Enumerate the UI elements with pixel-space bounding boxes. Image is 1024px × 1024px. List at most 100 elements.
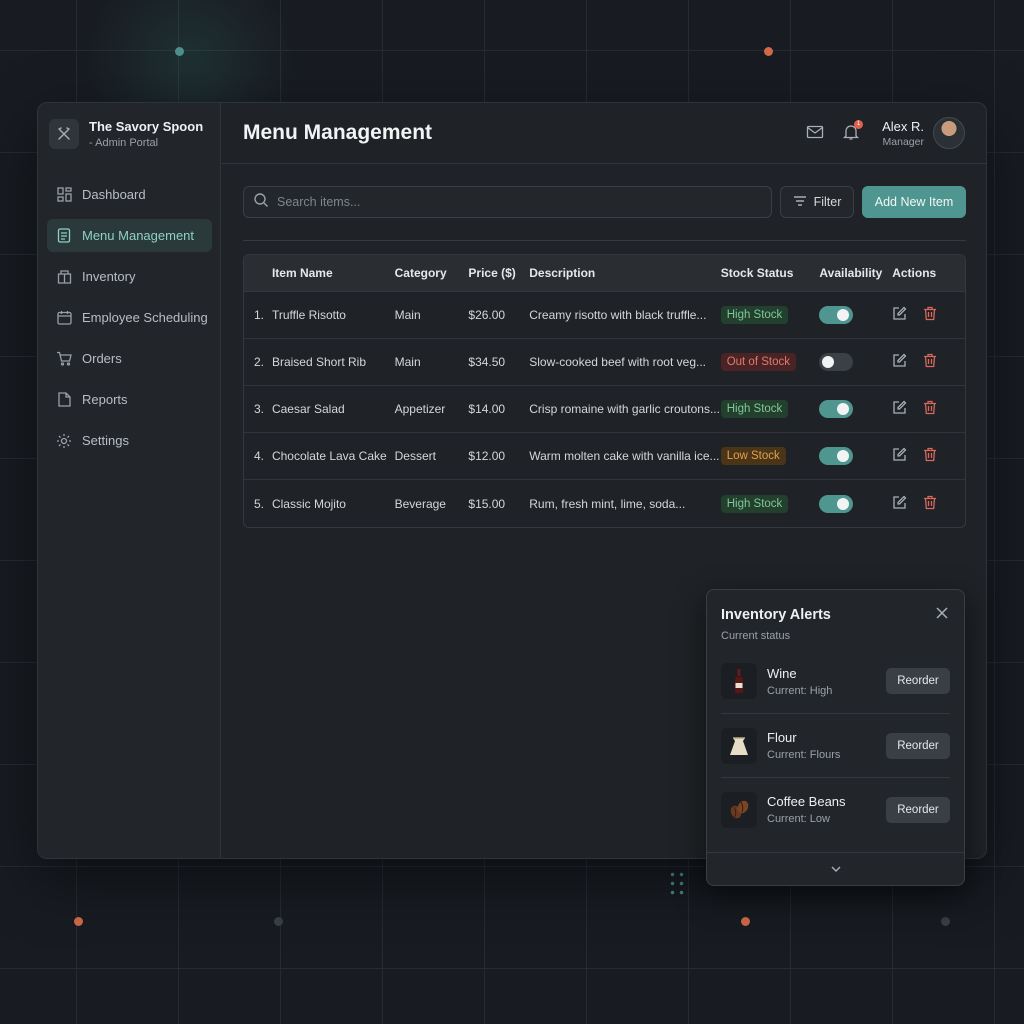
column-header[interactable]: Category — [395, 266, 469, 280]
sidebar-item-menu-management[interactable]: Menu Management — [47, 219, 212, 252]
alert-item-name: Wine — [767, 665, 797, 681]
menu-table: Item Name Category Price ($) Description… — [243, 254, 966, 528]
utensils-icon — [49, 119, 79, 149]
inventory-alerts-panel: Inventory Alerts Current status Wine Cur… — [706, 589, 965, 886]
table-row[interactable]: 5. Classic Mojito Beverage $15.00 Rum, f… — [244, 480, 965, 527]
sidebar-item-label: Dashboard — [82, 187, 146, 202]
alerts-subtitle: Current status — [721, 630, 791, 642]
search-input[interactable] — [277, 195, 747, 209]
edit-icon[interactable] — [892, 400, 907, 418]
sidebar: The Savory Spoon - Admin Portal Dashboar… — [38, 103, 221, 858]
filter-icon — [793, 195, 807, 210]
alert-item-status: Current: High — [767, 684, 833, 697]
availability-toggle[interactable] — [819, 353, 854, 371]
grid-node — [764, 47, 773, 56]
table-row[interactable]: 2. Braised Short Rib Main $34.50 Slow-co… — [244, 339, 965, 386]
sidebar-item-orders[interactable]: Orders — [47, 342, 212, 375]
sidebar-item-dashboard[interactable]: Dashboard — [47, 178, 212, 211]
alert-item-status: Current: Low — [767, 813, 830, 825]
reorder-button[interactable]: Reorder — [886, 668, 950, 694]
trash-icon[interactable] — [923, 400, 937, 418]
trash-icon[interactable] — [923, 353, 937, 371]
sidebar-item-label: Employee Scheduling — [82, 310, 208, 325]
trash-icon[interactable] — [923, 447, 937, 465]
row-number: 3. — [254, 402, 265, 416]
bell-icon[interactable]: 1 — [842, 120, 863, 143]
table-header: Item Name Category Price ($) Description… — [244, 255, 965, 292]
sidebar-item-label: Orders — [82, 351, 122, 366]
item-name: Caesar Salad — [271, 402, 345, 416]
alert-item-status: Current: Flours — [767, 749, 841, 761]
alerts-title: Inventory Alerts — [721, 607, 831, 623]
filter-button[interactable]: Filter — [780, 186, 854, 218]
table-row[interactable]: 4. Chocolate Lava Cake Dessert $12.00 Wa… — [244, 433, 965, 480]
item-category: Main — [394, 355, 421, 369]
gear-icon — [56, 433, 72, 449]
expand-button[interactable] — [707, 852, 964, 885]
edit-icon[interactable] — [892, 306, 907, 324]
item-name: Chocolate Lava Cake — [271, 449, 387, 463]
availability-toggle[interactable] — [819, 494, 854, 513]
alert-item-name: Flour — [767, 730, 797, 745]
reorder-button[interactable]: Reorder — [886, 732, 950, 759]
sidebar-item-employee-scheduling[interactable]: Employee Scheduling — [47, 301, 212, 334]
mail-icon[interactable] — [806, 123, 826, 143]
sidebar-item-label: Menu Management — [82, 228, 195, 243]
box-icon — [56, 269, 72, 285]
close-icon[interactable] — [936, 606, 948, 624]
sidebar-item-settings[interactable]: Settings — [47, 424, 212, 457]
search-bar — [243, 186, 772, 218]
sidebar-item-reports[interactable]: Reports — [47, 383, 212, 416]
grid-node — [74, 917, 83, 926]
trash-icon[interactable] — [923, 306, 937, 324]
column-header[interactable]: Price ($) — [468, 266, 529, 280]
table-row[interactable]: 1. Truffle Risotto Main $26.00 Creamy ri… — [244, 292, 965, 339]
availability-toggle[interactable] — [819, 400, 854, 418]
coffee-beans-icon — [721, 791, 757, 828]
drag-dots — [668, 870, 686, 898]
add-new-item-button[interactable]: Add New Item — [862, 186, 966, 218]
row-number: 5. — [254, 496, 265, 511]
notification-badge: 1 — [854, 120, 863, 129]
brand-subtitle: - Admin Portal — [89, 137, 159, 149]
wine-bottle-icon — [721, 663, 757, 699]
grid-node — [175, 47, 184, 56]
edit-icon[interactable] — [892, 353, 907, 371]
trash-icon[interactable] — [923, 495, 937, 513]
sidebar-item-inventory[interactable]: Inventory — [47, 260, 212, 293]
document-icon — [56, 228, 72, 244]
stock-status-badge: Low Stock — [720, 447, 786, 465]
page-header: Menu Management 1 Alex R. Manager — [222, 103, 986, 164]
reorder-button[interactable]: Reorder — [886, 796, 950, 823]
item-price: $26.00 — [468, 308, 506, 322]
edit-icon[interactable] — [892, 447, 907, 465]
item-category: Dessert — [394, 449, 436, 463]
availability-toggle[interactable] — [819, 447, 854, 465]
stock-status-badge: High Stock — [720, 400, 789, 418]
filter-label: Filter — [813, 195, 842, 209]
cart-icon — [56, 351, 72, 367]
stock-status-badge: High Stock — [720, 494, 789, 513]
row-number: 4. — [254, 449, 265, 463]
item-price: $15.00 — [468, 496, 506, 511]
column-header[interactable]: Item Name — [272, 266, 395, 280]
sidebar-nav: Dashboard Menu Management Inventory Empl… — [47, 178, 212, 465]
table-body: 1. Truffle Risotto Main $26.00 Creamy ri… — [244, 292, 965, 527]
availability-toggle[interactable] — [819, 306, 854, 324]
table-row[interactable]: 3. Caesar Salad Appetizer $14.00 Crisp r… — [244, 386, 965, 433]
item-price: $12.00 — [468, 449, 506, 463]
column-header[interactable]: Availability — [819, 266, 892, 280]
user-name[interactable]: Alex R. — [882, 119, 924, 134]
item-description: Creamy risotto with black truffle... — [529, 308, 707, 322]
alert-item-coffee-beans: Coffee Beans Current: Low Reorder — [721, 777, 950, 841]
sidebar-item-label: Settings — [82, 433, 129, 448]
item-category: Main — [394, 308, 421, 322]
column-header[interactable]: Description — [529, 266, 720, 280]
item-name: Truffle Risotto — [271, 308, 346, 322]
column-header[interactable]: Stock Status — [721, 266, 820, 280]
divider — [243, 240, 966, 241]
avatar[interactable] — [933, 117, 965, 149]
flour-sack-icon — [721, 727, 757, 764]
edit-icon[interactable] — [892, 495, 907, 513]
brand-name: The Savory Spoon — [89, 119, 204, 134]
